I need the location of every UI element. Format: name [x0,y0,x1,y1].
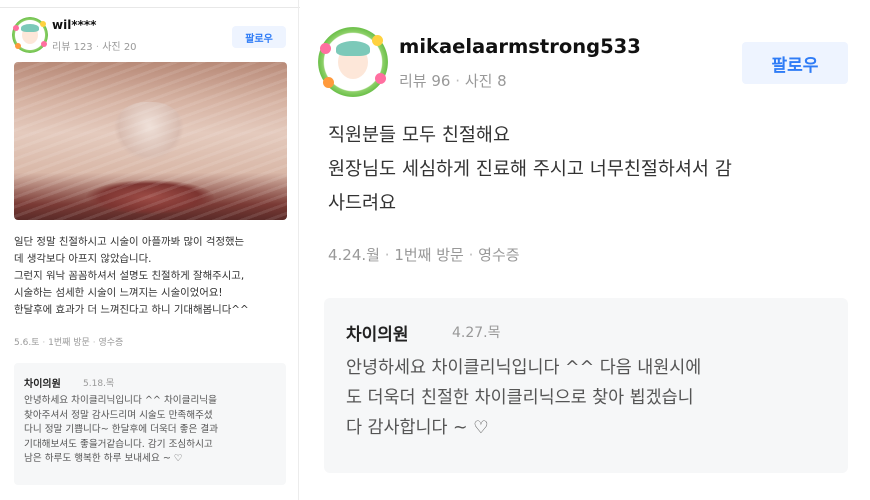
reply-line: 안녕하세요 차이클리닉입니다 ^^ 다음 내원시에 [346,358,702,378]
visit-date: 4.24.월 [328,246,380,264]
column-divider [298,0,299,500]
avatar[interactable] [12,17,48,53]
reply-date: 5.18.목 [83,379,115,389]
meta-separator: · [468,246,474,264]
flower-icon [375,73,386,84]
meta-separator: · [92,338,96,348]
reviewer-name[interactable]: mikaelaarmstrong533 [399,35,641,58]
photo-count: 사진 20 [102,42,137,53]
owner-reply: 차이의원 4.27.목 안녕하세요 차이클리닉입니다 ^^ 다음 내원시에 도 … [324,298,848,473]
review-body: 직원분들 모두 친절해요 원장님도 세심하게 진료해 주시고 너무친절하셔서 감… [328,119,858,221]
visit-count: 1번째 방문 [48,338,90,348]
receipt-label: 영수증 [98,338,124,348]
meta-separator: · [42,338,46,348]
top-divider [0,0,300,8]
photo-count: 사진 8 [464,72,507,90]
review-count: 리뷰 123 [52,42,93,53]
reply-line: 다 감사합니다 ~ ♡ [346,418,489,438]
visit-info: 4.24.월 · 1번째 방문 · 영수증 [328,244,520,265]
reviewer-meta: 리뷰 96 · 사진 8 [399,70,507,91]
flower-icon [40,21,46,27]
reply-line: 남은 하루도 행복한 하루 보내세요 ~ ♡ [24,453,183,465]
reply-line: 다니 정말 기쁩니다~ 한달후에 더욱더 좋은 결과 [24,424,219,436]
flower-icon [41,41,47,47]
reviewer-name[interactable]: wil**** [52,18,96,32]
flower-icon [372,35,383,46]
review-line: 사드려요 [328,193,397,214]
reply-author: 차이의원 [24,379,61,390]
review-line: 원장님도 세심하게 진료해 주시고 너무친절하셔서 감 [328,159,732,180]
reply-author: 차이의원 [346,325,409,345]
reply-line: 도 더욱더 친절한 차이클리닉으로 찾아 뵙겠습니 [346,388,694,408]
avatar[interactable] [318,27,388,97]
review-count: 리뷰 96 [399,72,451,90]
reply-body: 안녕하세요 차이클리닉입니다 ^^ 차이클리닉을 찾아주셔서 정말 감사드리며 … [24,394,280,467]
right-review-card: mikaelaarmstrong533 리뷰 96 · 사진 8 팔로우 직원분… [306,0,870,500]
meta-separator: · [95,42,100,53]
review-line: 일단 정말 친절하시고 시술이 아플까봐 많이 걱정했는 [14,236,245,248]
review-photo[interactable] [14,62,287,220]
visit-date: 5.6.토 [14,338,40,348]
meta-separator: · [455,72,461,90]
reply-date: 4.27.목 [452,325,501,341]
review-line: 직원분들 모두 친절해요 [328,125,510,146]
avatar-hair-icon [21,24,39,32]
reply-line: 기대해보셔도 좋을거같습니다. 감기 조심하시고 [24,438,213,450]
review-line: 한달후에 효과가 더 느껴진다고 하니 기대해봅니다^^ [14,304,249,316]
reply-line: 찾아주셔서 정말 감사드리며 시술도 만족해주셨 [24,409,213,421]
visit-count: 1번째 방문 [394,246,464,264]
owner-reply: 차이의원 5.18.목 안녕하세요 차이클리닉입니다 ^^ 차이클리닉을 찾아주… [14,363,286,485]
visit-info: 5.6.토 · 1번째 방문 · 영수증 [14,335,123,348]
review-line: 그런지 워낙 꼼꼼하셔서 설명도 친절하게 잘해주시고, [14,270,245,282]
review-line: 데 생각보다 아프지 않았습니다. [14,253,152,265]
flower-icon [323,77,334,88]
reply-line: 안녕하세요 차이클리닉입니다 ^^ 차이클리닉을 [24,395,217,406]
follow-button[interactable]: 팔로우 [742,42,848,84]
review-line: 시술하는 섬세한 시술이 느껴지는 시술이었어요! [14,287,223,299]
reply-body: 안녕하세요 차이클리닉입니다 ^^ 다음 내원시에 도 더욱더 친절한 차이클리… [346,353,836,443]
review-body: 일단 정말 친절하시고 시술이 아플까봐 많이 걱정했는 데 생각보다 아프지 … [14,234,290,319]
avatar-hair-icon [336,41,370,56]
photo-film-texture [14,62,287,220]
flower-icon [320,43,331,54]
flower-icon [13,25,19,31]
receipt-label: 영수증 [478,246,520,264]
flower-icon [15,43,21,49]
left-review-card: wil**** 리뷰 123 · 사진 20 팔로우 일단 정말 친절하시고 시… [0,0,300,500]
follow-button[interactable]: 팔로우 [232,26,286,48]
meta-separator: · [384,246,390,264]
reviewer-meta: 리뷰 123 · 사진 20 [52,38,137,53]
